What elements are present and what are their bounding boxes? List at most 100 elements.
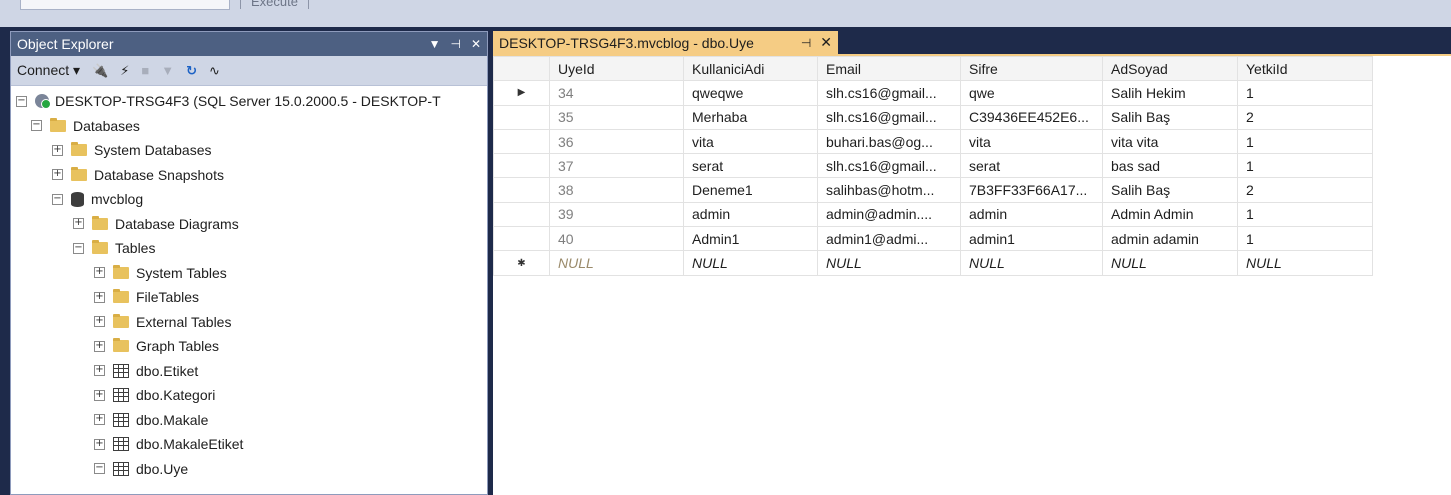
table-cell[interactable]: 2 bbox=[1237, 177, 1373, 203]
table-cell[interactable]: Salih Baş bbox=[1102, 177, 1238, 203]
table-cell[interactable]: C39436EE452E6... bbox=[960, 104, 1103, 130]
table-cell[interactable]: 2 bbox=[1237, 104, 1373, 130]
column-header[interactable]: Sifre bbox=[960, 55, 1103, 82]
expand-icon[interactable]: + bbox=[94, 340, 105, 352]
column-header[interactable]: UyeId bbox=[549, 55, 684, 82]
tree-node[interactable]: − Tables bbox=[11, 236, 487, 261]
table-cell[interactable]: buhari.bas@og... bbox=[817, 128, 961, 155]
column-header[interactable]: YetkiId bbox=[1237, 55, 1373, 82]
filter-icon[interactable]: ▼ bbox=[161, 63, 174, 78]
table-cell[interactable]: 1 bbox=[1237, 128, 1373, 155]
stop-icon[interactable]: ■ bbox=[141, 63, 149, 78]
new-row-marker-icon[interactable]: ✱ bbox=[493, 250, 550, 276]
row-selector[interactable] bbox=[493, 128, 550, 155]
refresh-icon[interactable]: ↻ bbox=[186, 63, 197, 79]
document-tab-dbo-uye[interactable]: DESKTOP-TRSG4F3.mvcblog - dbo.Uye ⊣ ✕ bbox=[493, 31, 838, 54]
expand-icon[interactable]: + bbox=[94, 291, 105, 303]
tree-node[interactable]: + External Tables bbox=[11, 310, 487, 335]
pin-icon[interactable]: ⊣ bbox=[801, 36, 811, 50]
tree-node[interactable]: + Database Diagrams bbox=[11, 212, 487, 237]
table-cell[interactable]: 1 bbox=[1237, 201, 1373, 228]
column-header[interactable]: AdSoyad bbox=[1102, 55, 1238, 82]
table-cell[interactable]: 1 bbox=[1237, 80, 1373, 106]
table-cell[interactable]: NULL bbox=[817, 250, 961, 276]
expand-icon[interactable]: + bbox=[94, 438, 105, 450]
close-icon[interactable]: ✕ bbox=[471, 37, 481, 51]
execute-button[interactable]: Execute bbox=[251, 0, 298, 9]
expand-icon[interactable]: + bbox=[52, 169, 63, 181]
table-cell[interactable]: NULL bbox=[549, 250, 684, 276]
connect-button[interactable]: Connect ▾ bbox=[17, 62, 80, 79]
table-cell[interactable]: admin@admin.... bbox=[817, 201, 961, 228]
table-cell[interactable]: 1 bbox=[1237, 226, 1373, 252]
table-cell[interactable]: vita bbox=[960, 128, 1103, 155]
table-cell[interactable]: admin adamin bbox=[1102, 226, 1238, 252]
tree-node[interactable]: + FileTables bbox=[11, 285, 487, 310]
table-cell[interactable]: slh.cs16@gmail... bbox=[817, 153, 961, 179]
column-header[interactable]: KullaniciAdi bbox=[683, 55, 818, 82]
expand-icon[interactable]: + bbox=[94, 389, 105, 401]
table-cell[interactable]: serat bbox=[960, 153, 1103, 179]
collapse-icon[interactable]: − bbox=[16, 95, 27, 107]
table-cell[interactable]: NULL bbox=[1237, 250, 1373, 276]
activity-monitor-icon[interactable]: ∿ bbox=[209, 63, 220, 79]
table-cell[interactable]: admin1 bbox=[960, 226, 1103, 252]
table-cell[interactable]: slh.cs16@gmail... bbox=[817, 80, 961, 106]
row-selector[interactable] bbox=[493, 104, 550, 130]
table-cell[interactable]: NULL bbox=[1102, 250, 1238, 276]
table-cell[interactable]: Merhaba bbox=[683, 104, 818, 130]
table-cell[interactable]: Deneme1 bbox=[683, 177, 818, 203]
table-cell[interactable]: 1 bbox=[1237, 153, 1373, 179]
table-cell[interactable]: vita bbox=[683, 128, 818, 155]
expand-icon[interactable]: + bbox=[94, 267, 105, 279]
collapse-icon[interactable]: − bbox=[94, 463, 105, 475]
row-selector[interactable] bbox=[493, 153, 550, 179]
tree-node[interactable]: + System Tables bbox=[11, 261, 487, 286]
disconnect-icon[interactable]: ⚡ bbox=[120, 63, 129, 79]
table-cell[interactable]: NULL bbox=[960, 250, 1103, 276]
table-row[interactable]: 39 admin admin@admin.... admin Admin Admin 1 bbox=[493, 201, 1373, 228]
tree-node[interactable]: + dbo.Etiket bbox=[11, 359, 487, 384]
table-cell[interactable]: Salih Baş bbox=[1102, 104, 1238, 130]
table-cell[interactable]: qweqwe bbox=[683, 80, 818, 106]
collapse-icon[interactable]: − bbox=[31, 120, 42, 132]
tree-node[interactable]: − mvcblog bbox=[11, 187, 487, 212]
row-selector[interactable] bbox=[493, 201, 550, 228]
close-tab-icon[interactable]: ✕ bbox=[820, 34, 832, 51]
row-selector[interactable] bbox=[493, 226, 550, 252]
table-row[interactable]: 35 Merhaba slh.cs16@gmail... C39436EE452E6.… bbox=[493, 104, 1373, 130]
new-row[interactable]: ✱ NULL NULL NULL NULL NULL NULL bbox=[493, 250, 1373, 276]
table-cell[interactable]: serat bbox=[683, 153, 818, 179]
table-cell[interactable]: Admin Admin bbox=[1102, 201, 1238, 228]
table-cell[interactable]: bas sad bbox=[1102, 153, 1238, 179]
tree-node[interactable]: + System Databases bbox=[11, 138, 487, 163]
table-row[interactable]: 37 serat slh.cs16@gmail... serat bas sad 1 bbox=[493, 153, 1373, 179]
tree-node[interactable]: + dbo.Makale bbox=[11, 408, 487, 433]
table-cell[interactable]: admin bbox=[960, 201, 1103, 228]
dropdown-arrow-icon[interactable]: ▼ bbox=[429, 37, 441, 51]
tree-node[interactable]: + dbo.MakaleEtiket bbox=[11, 432, 487, 457]
table-cell[interactable]: 34 bbox=[549, 80, 684, 106]
expand-icon[interactable]: + bbox=[73, 218, 84, 230]
row-selector-header[interactable] bbox=[493, 55, 550, 82]
expand-icon[interactable]: + bbox=[94, 316, 105, 328]
table-cell[interactable]: admin bbox=[683, 201, 818, 228]
table-cell[interactable]: qwe bbox=[960, 80, 1103, 106]
table-cell[interactable]: Admin1 bbox=[683, 226, 818, 252]
table-cell[interactable]: vita vita bbox=[1102, 128, 1238, 155]
table-cell[interactable]: 39 bbox=[549, 201, 684, 228]
table-cell[interactable]: Salih Hekim bbox=[1102, 80, 1238, 106]
table-cell[interactable]: 38 bbox=[549, 177, 684, 203]
table-cell[interactable]: 7B3FF33F66A17... bbox=[960, 177, 1103, 203]
tree-node[interactable]: − Databases bbox=[11, 114, 487, 139]
expand-icon[interactable]: + bbox=[94, 365, 105, 377]
table-cell[interactable]: 35 bbox=[549, 104, 684, 130]
row-selector[interactable] bbox=[493, 177, 550, 203]
table-cell[interactable]: 40 bbox=[549, 226, 684, 252]
tree-node[interactable]: − DESKTOP-TRSG4F3 (SQL Server 15.0.2000.5… bbox=[11, 89, 487, 114]
pin-icon[interactable]: ⊣ bbox=[450, 37, 460, 51]
table-cell[interactable]: NULL bbox=[683, 250, 818, 276]
table-row[interactable]: 38 Deneme1 salihbas@hotm... 7B3FF33F66A17..… bbox=[493, 177, 1373, 203]
table-cell[interactable]: 36 bbox=[549, 128, 684, 155]
tree-node[interactable]: − dbo.Uye bbox=[11, 457, 487, 482]
